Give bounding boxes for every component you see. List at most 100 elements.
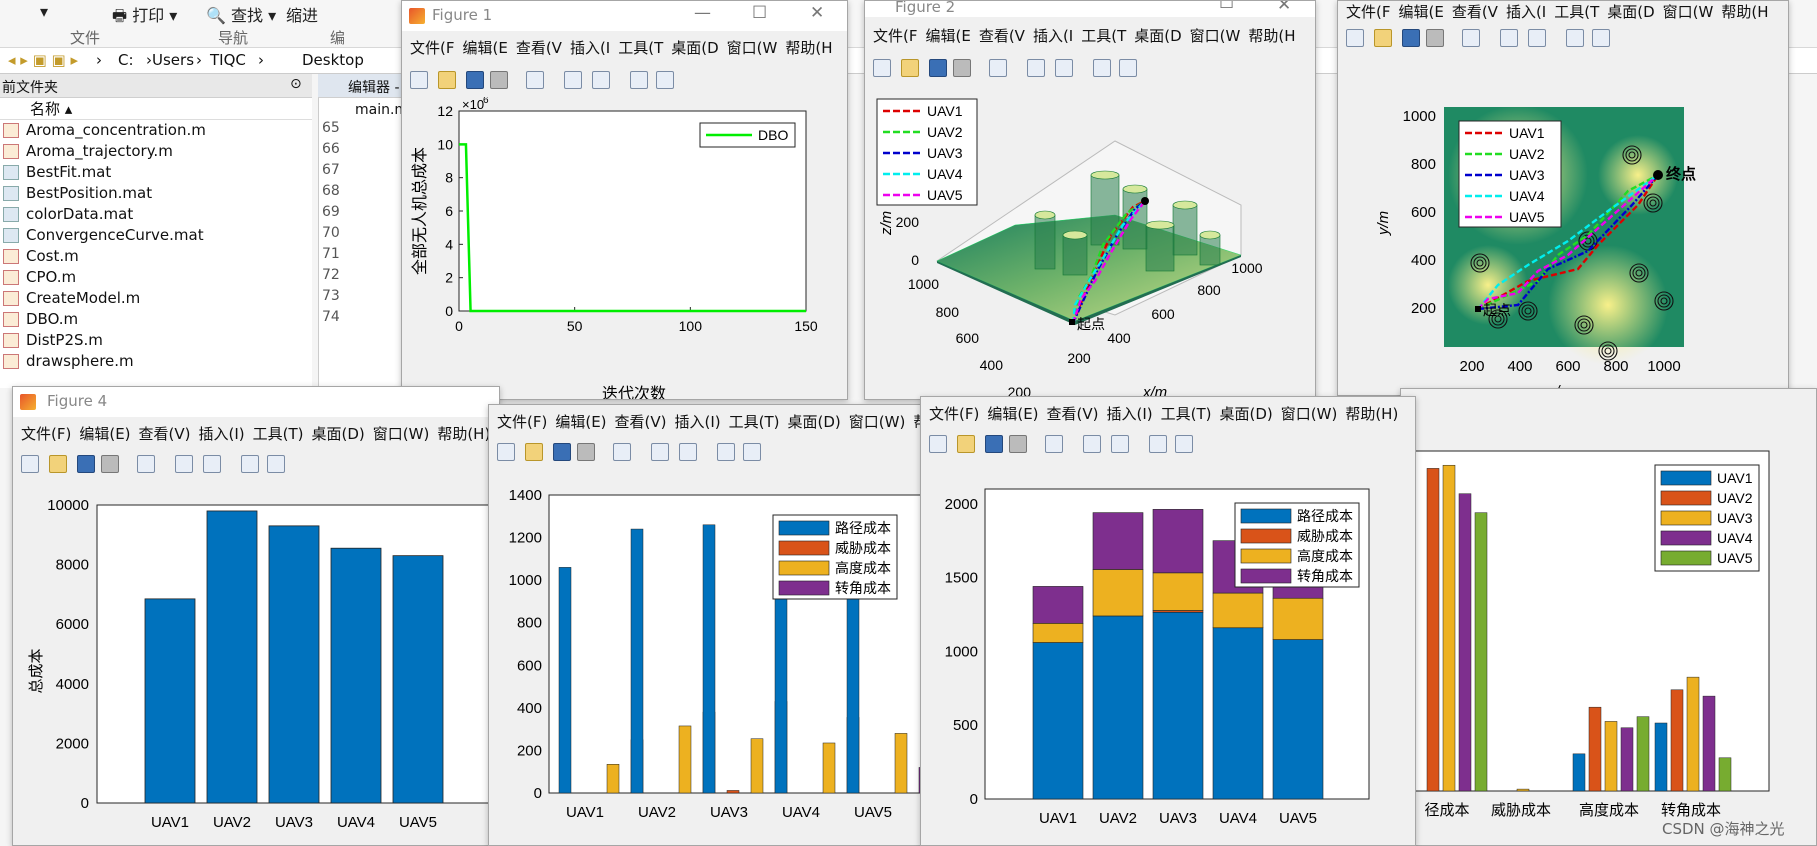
new-figure-icon[interactable] xyxy=(1346,29,1364,47)
open-icon[interactable] xyxy=(525,443,543,461)
menu-window[interactable]: 窗口(W xyxy=(1190,25,1241,46)
menu-window[interactable]: 窗口(W) xyxy=(1281,403,1338,424)
save-icon[interactable] xyxy=(466,71,484,89)
property-editor-icon[interactable] xyxy=(656,71,674,89)
file-list-item[interactable]: CPO.m xyxy=(0,267,312,288)
menu-insert[interactable]: 插入(I xyxy=(570,37,610,58)
file-list-item[interactable]: Aroma_concentration.m xyxy=(0,120,312,141)
legend-icon[interactable] xyxy=(1111,435,1129,453)
panel-menu-icon[interactable]: ⊙ xyxy=(290,76,302,92)
menu-view[interactable]: 查看(V xyxy=(516,37,562,58)
legend-icon[interactable] xyxy=(1055,59,1073,77)
file-list-item[interactable]: CreateModel.m xyxy=(0,288,312,309)
new-figure-icon[interactable] xyxy=(410,71,428,89)
new-figure-icon[interactable] xyxy=(21,455,39,473)
menu-help[interactable]: 帮助(H) xyxy=(437,423,490,444)
menu-insert[interactable]: 插入(I xyxy=(1033,25,1073,46)
column-header-name[interactable]: 名称 ▴ xyxy=(0,98,312,120)
open-icon[interactable] xyxy=(1374,29,1392,47)
find-button[interactable]: 🔍 查找 ▾ xyxy=(206,2,276,26)
maximize-button[interactable]: ☐ xyxy=(752,3,767,23)
link-icon[interactable] xyxy=(989,59,1007,77)
menu-insert[interactable]: 插入(I xyxy=(1506,1,1546,22)
menu-file[interactable]: 文件(F) xyxy=(929,403,979,424)
pointer-icon[interactable] xyxy=(717,443,735,461)
file-list-item[interactable]: Aroma_trajectory.m xyxy=(0,141,312,162)
close-button[interactable]: ✕ xyxy=(810,3,824,23)
property-editor-icon[interactable] xyxy=(1592,29,1610,47)
menu-desktop[interactable]: 桌面(D) xyxy=(312,423,365,444)
menu-view[interactable]: 查看(V xyxy=(979,25,1025,46)
menu-file[interactable]: 文件(F xyxy=(1346,1,1390,22)
link-icon[interactable] xyxy=(137,455,155,473)
new-figure-icon[interactable] xyxy=(873,59,891,77)
file-list-item[interactable]: ConvergenceCurve.mat xyxy=(0,225,312,246)
colorbar-icon[interactable] xyxy=(1500,29,1518,47)
pointer-icon[interactable] xyxy=(630,71,648,89)
menu-window[interactable]: 窗口(W xyxy=(727,37,778,58)
indent-button[interactable]: 缩进 xyxy=(286,2,318,26)
legend-icon[interactable] xyxy=(592,71,610,89)
figure-4-titlebar[interactable]: Figure 4 xyxy=(13,387,499,417)
new-figure-icon[interactable] xyxy=(929,435,947,453)
menu-file[interactable]: 文件(F xyxy=(873,25,917,46)
menu-insert[interactable]: 插入(I) xyxy=(675,411,721,432)
menu-edit[interactable]: 编辑(E) xyxy=(79,423,130,444)
menu-file[interactable]: 文件(F) xyxy=(497,411,547,432)
menu-edit[interactable]: 编辑(E xyxy=(462,37,507,58)
save-icon[interactable] xyxy=(553,443,571,461)
colorbar-icon[interactable] xyxy=(175,455,193,473)
open-icon[interactable] xyxy=(438,71,456,89)
menu-edit[interactable]: 编辑(E) xyxy=(987,403,1038,424)
file-list-item[interactable]: DBO.m xyxy=(0,309,312,330)
pointer-icon[interactable] xyxy=(1149,435,1167,453)
menu-desktop[interactable]: 桌面(D xyxy=(1607,1,1654,22)
menu-desktop[interactable]: 桌面(D) xyxy=(788,411,841,432)
legend-icon[interactable] xyxy=(679,443,697,461)
menu-tools[interactable]: 工具(T) xyxy=(1161,403,1212,424)
pointer-icon[interactable] xyxy=(1566,29,1584,47)
menu-desktop[interactable]: 桌面(D xyxy=(1134,25,1181,46)
colorbar-icon[interactable] xyxy=(651,443,669,461)
save-icon[interactable] xyxy=(985,435,1003,453)
menu-file[interactable]: 文件(F xyxy=(410,37,454,58)
print-icon[interactable] xyxy=(101,455,119,473)
new-figure-icon[interactable] xyxy=(497,443,515,461)
property-editor-icon[interactable] xyxy=(743,443,761,461)
link-icon[interactable] xyxy=(613,443,631,461)
save-icon[interactable] xyxy=(1402,29,1420,47)
dropdown-icon[interactable]: ▾ xyxy=(40,2,48,21)
figure-2-titlebar[interactable]: Figure 2 ☐ ✕ xyxy=(865,1,1315,17)
menu-file[interactable]: 文件(F) xyxy=(21,423,71,444)
address-part-user[interactable]: TIQC xyxy=(210,51,246,69)
menu-desktop[interactable]: 桌面(D) xyxy=(1220,403,1273,424)
folder-nav-icons[interactable]: ◂ ▸ ▣ ▣ ▸ xyxy=(8,51,78,69)
link-icon[interactable] xyxy=(1462,29,1480,47)
menu-edit[interactable]: 编辑(E xyxy=(1398,1,1443,22)
open-icon[interactable] xyxy=(49,455,67,473)
menu-window[interactable]: 窗口(W) xyxy=(373,423,430,444)
link-icon[interactable] xyxy=(526,71,544,89)
menu-tools[interactable]: 工具(T xyxy=(1554,1,1599,22)
file-list-item[interactable]: colorData.mat xyxy=(0,204,312,225)
menu-tools[interactable]: 工具(T) xyxy=(729,411,780,432)
colorbar-icon[interactable] xyxy=(1027,59,1045,77)
menu-tools[interactable]: 工具(T) xyxy=(253,423,304,444)
address-part-drive[interactable]: C: xyxy=(118,51,134,69)
figure-1-titlebar[interactable]: Figure 1 — ☐ ✕ xyxy=(402,1,847,31)
menu-desktop[interactable]: 桌面(D xyxy=(671,37,718,58)
menu-window[interactable]: 窗口(W xyxy=(1663,1,1714,22)
menu-help[interactable]: 帮助(H xyxy=(1721,1,1768,22)
menu-help[interactable]: 帮助(H xyxy=(785,37,832,58)
property-editor-icon[interactable] xyxy=(1119,59,1137,77)
file-list-item[interactable]: drawsphere.m xyxy=(0,351,312,372)
legend-icon[interactable] xyxy=(1528,29,1546,47)
file-list-item[interactable]: DistP2S.m xyxy=(0,330,312,351)
menu-insert[interactable]: 插入(I) xyxy=(1107,403,1153,424)
file-list-item[interactable]: BestFit.mat xyxy=(0,162,312,183)
address-part-users[interactable]: Users xyxy=(152,51,194,69)
menu-edit[interactable]: 编辑(E) xyxy=(555,411,606,432)
print-icon[interactable] xyxy=(953,59,971,77)
legend-icon[interactable] xyxy=(203,455,221,473)
print-icon[interactable] xyxy=(1009,435,1027,453)
